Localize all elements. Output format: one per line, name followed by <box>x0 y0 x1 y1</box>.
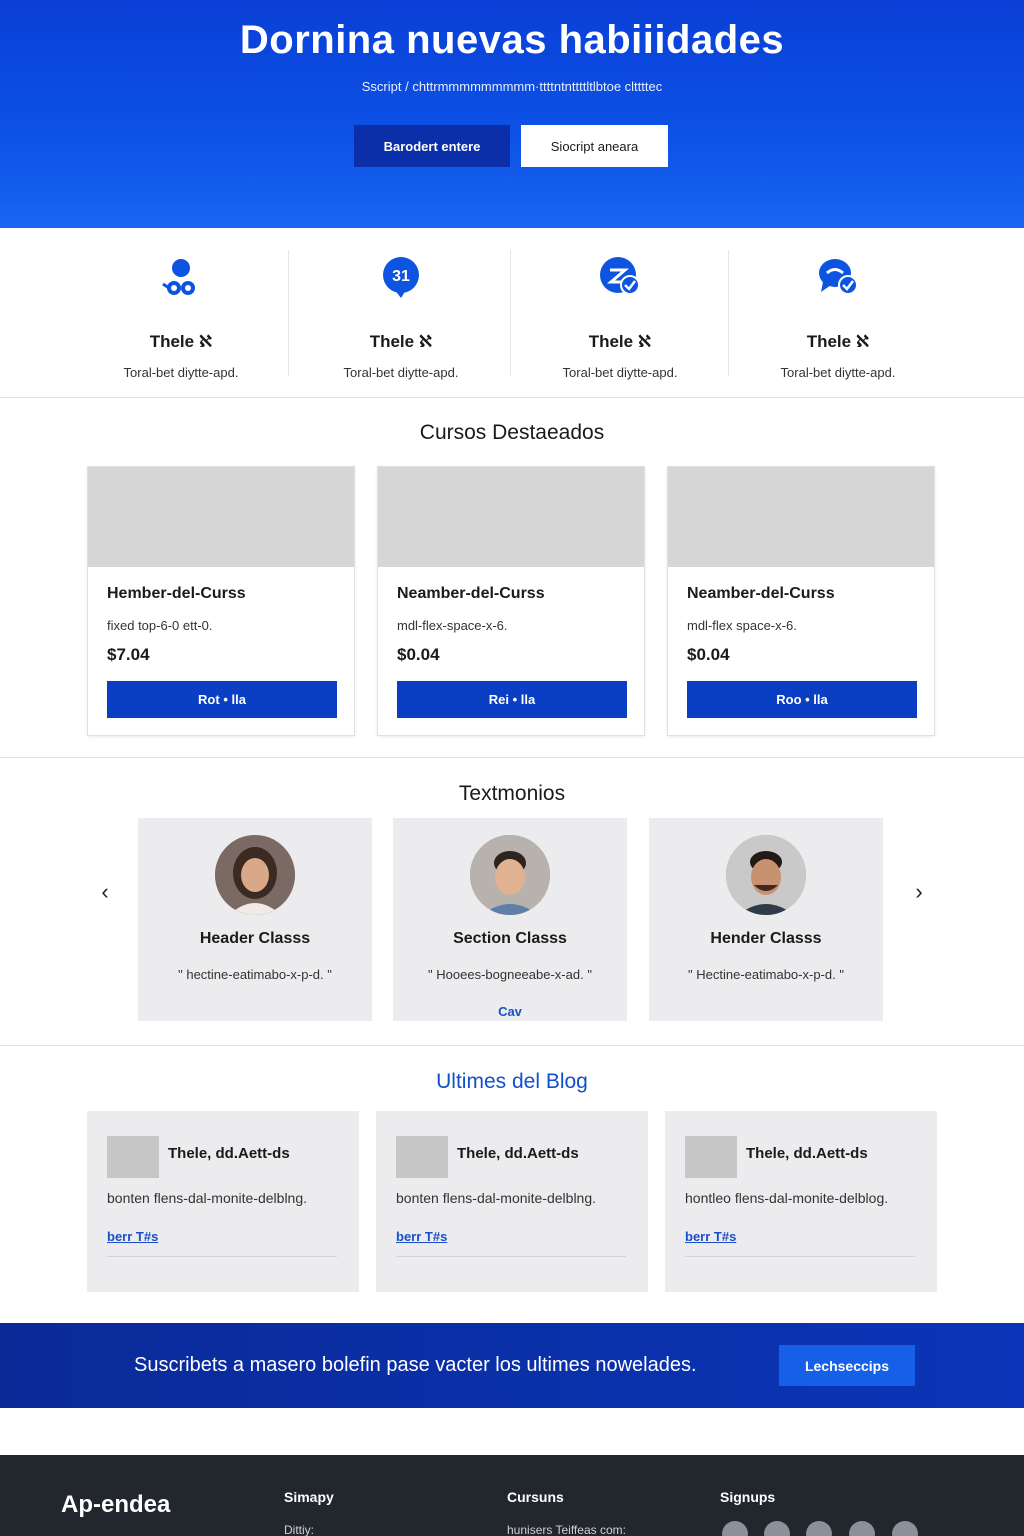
course-desc: mdl-flex-space-x-6. <box>397 618 508 633</box>
phone-icon[interactable] <box>849 1521 875 1536</box>
mail-icon[interactable] <box>806 1521 832 1536</box>
m-icon[interactable] <box>892 1521 918 1536</box>
course-price: $7.04 <box>107 645 150 664</box>
course-title[interactable]: Neamber-del-Curss <box>397 585 545 603</box>
post-desc: bonten flens-dal-monite-delblng. <box>107 1190 308 1206</box>
post-title[interactable]: Thele, dd.Aett-ds <box>457 1145 579 1162</box>
testimonial-name: Hender Classs <box>710 930 822 947</box>
course-title[interactable]: Hember-del-Curss <box>107 585 246 603</box>
post-title[interactable]: Thele, dd.Aett-ds <box>746 1145 868 1162</box>
newsletter-text: Suscribets a masero bolefin pase vacter … <box>134 1354 697 1376</box>
features-row: Thele ℵ Toral-bet diytte-apd. 31 Thele ℵ… <box>0 228 1024 398</box>
feature-item: 31 Thele ℵ Toral-bet diytte-apd. <box>296 250 506 380</box>
blog-post-card: Thele, dd.Aett-ds bonten flens-dal-monit… <box>87 1111 359 1292</box>
post-link[interactable]: berr T#s <box>107 1229 158 1244</box>
carousel-prev-icon[interactable]: ‹ <box>93 879 117 904</box>
divider <box>728 250 729 376</box>
courses-section-title: Cursos Destaeados <box>419 421 605 444</box>
divider <box>288 250 289 376</box>
avatar <box>470 835 550 915</box>
users-icon <box>162 259 195 295</box>
person-icon[interactable] <box>764 1521 790 1536</box>
course-desc: mdl-flex space-x-6. <box>687 618 797 633</box>
testimonials-section-title: Textmonios <box>458 782 566 805</box>
feature-title: Thele ℵ <box>806 332 870 351</box>
footer-link[interactable]: hunisers Teiffeas com: <box>507 1523 626 1536</box>
avatar <box>726 835 806 915</box>
blog-post-card: Thele, dd.Aett-ds bonten flens-dal-monit… <box>376 1111 648 1292</box>
post-thumbnail <box>107 1136 159 1178</box>
course-card: Neamber-del-Curss mdl-flex-space-x-6. $0… <box>377 466 645 736</box>
course-thumbnail <box>668 467 934 567</box>
section-divider <box>0 757 1024 758</box>
feature-desc: Toral-bet diytte-apd. <box>343 365 459 380</box>
divider <box>510 250 511 376</box>
blog-section-title: Ultimes del Blog <box>436 1070 588 1093</box>
footer-link[interactable]: Dittiy: <box>284 1523 314 1536</box>
feature-title: Thele ℵ <box>369 332 433 351</box>
divider <box>685 1256 915 1257</box>
post-thumbnail <box>685 1136 737 1178</box>
testimonial-card: Header Classs " hectine-eatimabo-x-p-d. … <box>138 818 372 1021</box>
newsletter-subscribe-button[interactable]: Lechseccips <box>779 1345 915 1386</box>
course-thumbnail <box>378 467 644 567</box>
post-link[interactable]: berr T#s <box>685 1229 736 1244</box>
blog-post-card: Thele, dd.Aett-ds hontleo flens-dal-moni… <box>665 1111 937 1292</box>
course-price: $0.04 <box>687 645 730 664</box>
divider <box>396 1256 626 1257</box>
hero-secondary-button[interactable]: Siocript aneara <box>521 125 668 167</box>
course-button[interactable]: Rot • lla <box>107 681 337 718</box>
plus-icon[interactable] <box>722 1521 748 1536</box>
carousel-next-icon[interactable]: › <box>907 879 931 904</box>
post-title[interactable]: Thele, dd.Aett-ds <box>168 1145 290 1162</box>
testimonial-card: Section Classs " Hooees-bogneeabe-x-ad. … <box>393 818 627 1021</box>
hero-banner: Dornina nuevas habiiidades Sscript / cht… <box>0 0 1024 228</box>
course-button[interactable]: Roo • lla <box>687 681 917 718</box>
testimonial-quote: " hectine-eatimabo-x-p-d. " <box>178 967 332 982</box>
avatar <box>215 835 295 915</box>
course-card: Neamber-del-Curss mdl-flex space-x-6. $0… <box>667 466 935 736</box>
feature-title: Thele ℵ <box>149 332 213 351</box>
course-thumbnail <box>88 467 354 567</box>
course-desc: fixed top-6-0 ett-0. <box>107 618 213 633</box>
footer: Ap-endea Simapy Dittiy: Cursuns hunisers… <box>0 1455 1024 1536</box>
hero-subtitle: Sscript / chttrmmmmmmmmm·ttttntnttttltlb… <box>361 79 663 94</box>
course-button[interactable]: Rei • lla <box>397 681 627 718</box>
course-title[interactable]: Neamber-del-Curss <box>687 585 835 603</box>
post-desc: bonten flens-dal-monite-delblng. <box>396 1190 597 1206</box>
feature-desc: Toral-bet diytte-apd. <box>780 365 896 380</box>
feature-title: Thele ℵ <box>588 332 652 351</box>
calendar-badge-text: 31 <box>392 268 410 285</box>
newsletter-banner: Suscribets a masero bolefin pase vacter … <box>0 1323 1024 1408</box>
testimonial-name: Section Classs <box>453 930 567 947</box>
testimonial-card: Hender Classs " Hectine-eatimabo-x-p-d. … <box>649 818 883 1021</box>
footer-column-heading: Signups <box>720 1489 776 1505</box>
chat-check-icon <box>600 257 640 295</box>
post-link[interactable]: berr T#s <box>396 1229 447 1244</box>
footer-column-heading: Cursuns <box>507 1489 564 1505</box>
feature-desc: Toral-bet diytte-apd. <box>123 365 239 380</box>
testimonial-name: Header Classs <box>199 930 311 947</box>
testimonial-quote: " Hooees-bogneeabe-x-ad. " <box>428 967 592 982</box>
feature-item: Thele ℵ Toral-bet diytte-apd. <box>76 250 286 380</box>
footer-brand: Ap-endea <box>61 1491 171 1518</box>
course-card: Hember-del-Curss fixed top-6-0 ett-0. $7… <box>87 466 355 736</box>
footer-column-heading: Simapy <box>284 1489 334 1505</box>
hero-primary-button[interactable]: Barodert entere <box>354 125 510 167</box>
feature-desc: Toral-bet diytte-apd. <box>562 365 678 380</box>
post-desc: hontleo flens-dal-monite-delblog. <box>685 1190 889 1206</box>
post-thumbnail <box>396 1136 448 1178</box>
testimonial-quote: " Hectine-eatimabo-x-p-d. " <box>688 967 844 982</box>
course-price: $0.04 <box>397 645 440 664</box>
calendar-badge-icon: 31 <box>383 257 419 298</box>
messages-icon <box>819 259 858 295</box>
testimonial-more-link[interactable]: Cav <box>393 1004 627 1019</box>
feature-item: Thele ℵ Toral-bet diytte-apd. <box>515 250 725 380</box>
hero-title: Dornina nuevas habiiidades <box>239 18 785 62</box>
divider <box>107 1256 337 1257</box>
feature-item: Thele ℵ Toral-bet diytte-apd. <box>733 250 943 380</box>
section-divider <box>0 1045 1024 1046</box>
